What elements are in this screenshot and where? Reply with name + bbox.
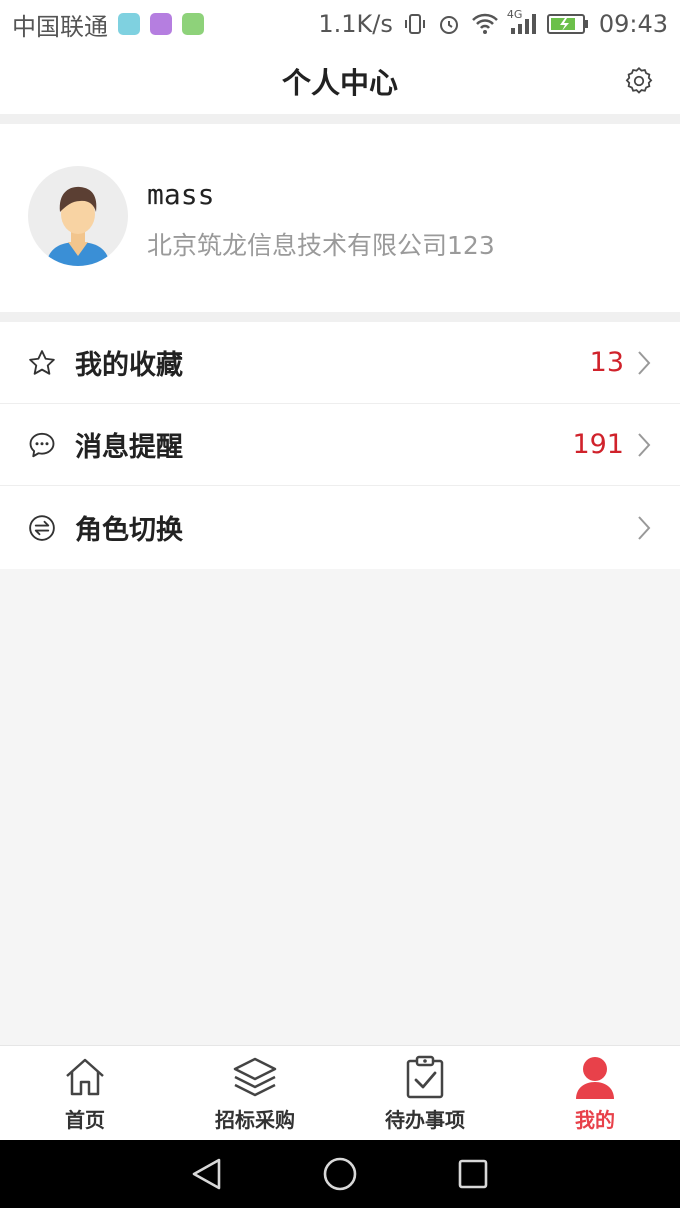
- star-icon: [29, 349, 55, 375]
- alarm-icon: [439, 16, 458, 34]
- switch-icon: [29, 514, 55, 541]
- battery-icon: [546, 14, 588, 34]
- vibrate-icon: [404, 14, 425, 34]
- tab-label: 招标采购: [215, 1108, 295, 1132]
- signal-icon: 4G: [507, 8, 537, 36]
- tab-bidding[interactable]: 招标采购: [170, 1046, 340, 1141]
- menu-item-label: 角色切换: [75, 515, 183, 546]
- home-icon: [66, 1058, 104, 1096]
- tab-todo[interactable]: 待办事项: [340, 1046, 510, 1141]
- tab-mine[interactable]: 我的: [510, 1046, 680, 1141]
- chevron-right-icon: [638, 515, 651, 540]
- clipboard-check-icon: [406, 1055, 444, 1099]
- tab-home[interactable]: 首页: [0, 1046, 170, 1141]
- tab-label: 首页: [65, 1108, 105, 1132]
- menu-item-favorites[interactable]: 我的收藏 13: [0, 322, 680, 404]
- chat-bubble-icon: [29, 432, 55, 457]
- home-circle-icon: [323, 1157, 357, 1191]
- wechat-notification-icon: [182, 13, 204, 35]
- settings-button[interactable]: [620, 62, 658, 100]
- carrier-label: 中国联通: [12, 12, 108, 41]
- clock: 09:43: [598, 10, 668, 38]
- tab-label: 我的: [575, 1108, 615, 1132]
- status-bar: 中国联通 1.1K/s 4G 09:43: [0, 0, 680, 48]
- menu-item-role-switch[interactable]: 角色切换: [0, 486, 680, 569]
- recents-button[interactable]: [453, 1154, 493, 1194]
- menu-item-messages[interactable]: 消息提醒 191: [0, 404, 680, 486]
- home-nav-button[interactable]: [320, 1154, 360, 1194]
- network-type: 4G: [506, 8, 523, 21]
- chevron-right-icon: [638, 350, 651, 375]
- layers-icon: [233, 1057, 277, 1097]
- system-nav-bar: [0, 1140, 680, 1208]
- favorites-count: 13: [589, 347, 624, 378]
- tab-label: 待办事项: [385, 1108, 465, 1132]
- gear-icon: [625, 67, 653, 94]
- wifi-icon: [471, 13, 498, 34]
- recents-square-icon: [459, 1159, 488, 1189]
- profile-card[interactable]: mass 北京筑龙信息技术有限公司123: [0, 124, 680, 312]
- menu-item-label: 消息提醒: [75, 432, 183, 463]
- bottom-tab-bar: 首页 招标采购 待办事项 我的: [0, 1045, 680, 1140]
- network-speed: 1.1K/s: [318, 10, 393, 38]
- messages-count: 191: [572, 429, 624, 460]
- app-header: 个人中心: [0, 48, 680, 114]
- avatar[interactable]: [28, 166, 128, 266]
- avatar-icon: [46, 186, 110, 266]
- section-divider: [0, 114, 680, 124]
- company-name: 北京筑龙信息技术有限公司123: [147, 231, 495, 260]
- person-icon: [576, 1057, 614, 1099]
- section-divider: [0, 312, 680, 322]
- app-notification-icon: [118, 13, 140, 35]
- page-title: 个人中心: [281, 66, 398, 100]
- back-triangle-icon: [192, 1158, 220, 1190]
- chevron-right-icon: [638, 432, 651, 457]
- image-notification-icon: [150, 13, 172, 35]
- back-button[interactable]: [187, 1154, 227, 1194]
- username: mass: [147, 178, 215, 211]
- menu-list: 我的收藏 13 消息提醒 191 角色切换: [0, 322, 680, 569]
- menu-item-label: 我的收藏: [75, 350, 183, 381]
